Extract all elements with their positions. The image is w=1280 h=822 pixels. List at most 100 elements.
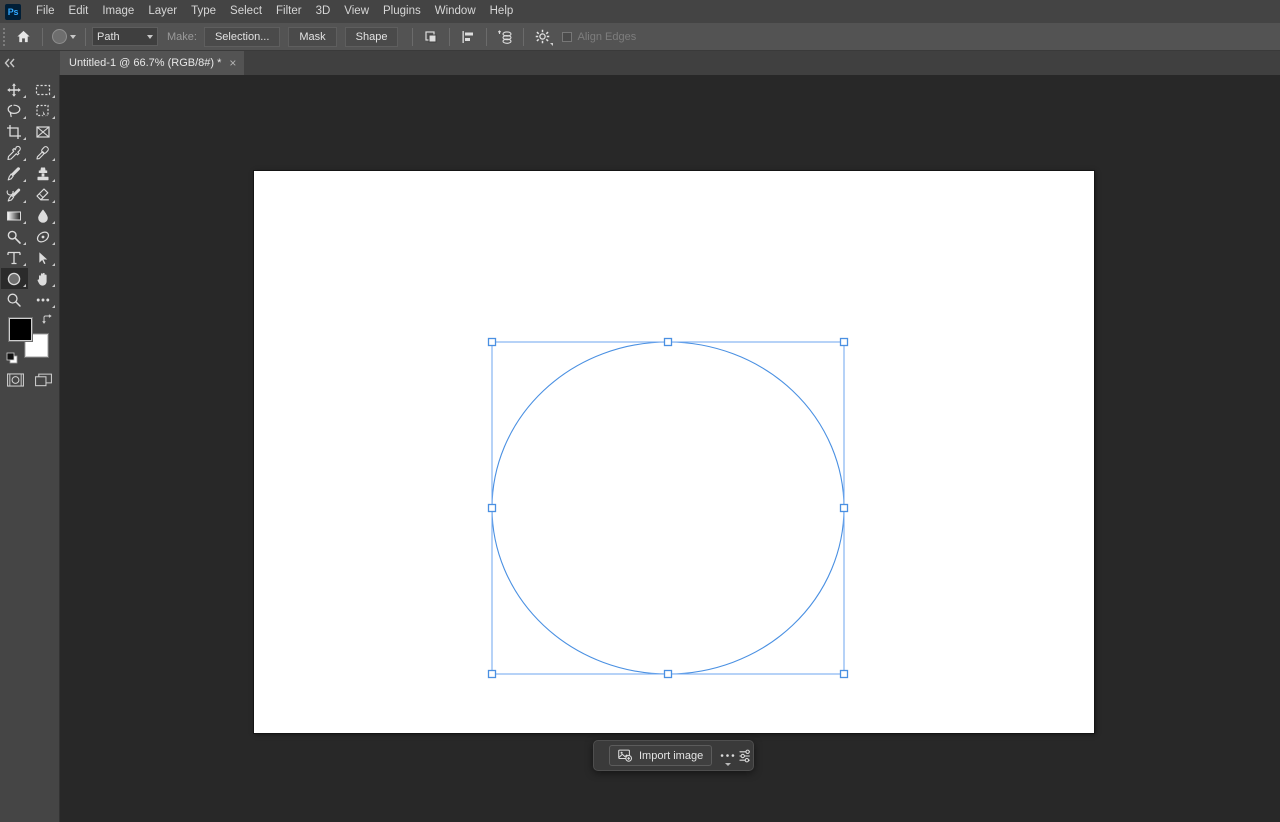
document-tab[interactable]: Untitled-1 @ 66.7% (RGB/8#) * × (60, 51, 244, 75)
gradient-tool[interactable] (1, 205, 28, 226)
menu-item-window[interactable]: Window (428, 0, 483, 23)
quick-mask-button[interactable] (6, 372, 26, 388)
make-selection-button[interactable]: Selection... (204, 27, 280, 47)
align-edges-checkbox[interactable]: Align Edges (562, 31, 636, 43)
path-alignment-icon[interactable] (456, 25, 480, 49)
close-icon[interactable]: × (229, 57, 236, 69)
tool-row (0, 100, 60, 121)
flyout-indicator-icon (52, 158, 55, 161)
checkbox-box (562, 32, 572, 42)
panel-collapse-button[interactable] (0, 51, 60, 75)
zoom-tool[interactable] (1, 289, 28, 310)
make-label: Make: (167, 31, 197, 43)
menu-item-image[interactable]: Image (95, 0, 141, 23)
flyout-indicator-icon (23, 95, 26, 98)
import-image-button[interactable]: Import image (609, 745, 712, 766)
menu-item-edit[interactable]: Edit (62, 0, 96, 23)
tools-panel (0, 75, 60, 822)
clone-stamp-tool[interactable] (30, 163, 57, 184)
ellipse-tool[interactable] (1, 268, 28, 289)
home-icon[interactable] (10, 24, 36, 50)
menu-item-view[interactable]: View (337, 0, 376, 23)
foreground-color-swatch[interactable] (9, 318, 32, 341)
path-selection-tool[interactable] (30, 247, 57, 268)
tool-row (0, 142, 60, 163)
tool-row (0, 226, 60, 247)
divider (449, 28, 450, 46)
more-options-button[interactable] (720, 745, 735, 767)
tool-row (0, 79, 60, 100)
flyout-indicator-icon (23, 158, 26, 161)
contextual-taskbar[interactable]: Import image (593, 740, 754, 771)
object-selection-tool[interactable] (30, 100, 57, 121)
flyout-indicator-icon (52, 221, 55, 224)
path-operations-icon[interactable] (419, 25, 443, 49)
crop-tool[interactable] (1, 121, 28, 142)
screen-mode-button[interactable] (34, 372, 54, 388)
flyout-indicator-icon (23, 221, 26, 224)
flyout-indicator-icon (52, 200, 55, 203)
hand-tool[interactable] (30, 268, 57, 289)
flyout-indicator-icon (52, 95, 55, 98)
double-chevron-left-icon (4, 58, 16, 68)
divider (486, 28, 487, 46)
options-bar: Path Make: Selection... Mask Shape (0, 23, 1280, 51)
flyout-indicator-icon (52, 263, 55, 266)
pen-tool[interactable] (30, 226, 57, 247)
tool-row (0, 268, 60, 289)
default-colors-icon[interactable] (6, 352, 18, 364)
chevron-down-icon (147, 35, 153, 39)
flyout-indicator-icon (52, 284, 55, 287)
flyout-indicator-icon (23, 263, 26, 266)
rectangular-marquee-tool[interactable] (30, 79, 57, 100)
menu-item-plugins[interactable]: Plugins (376, 0, 428, 23)
menu-item-layer[interactable]: Layer (141, 0, 184, 23)
lasso-tool[interactable] (1, 100, 28, 121)
shape-preview-dropdown[interactable] (49, 29, 79, 44)
brush-tool[interactable] (1, 163, 28, 184)
chevron-down-icon (70, 35, 76, 39)
menu-item-help[interactable]: Help (483, 0, 521, 23)
make-mask-button[interactable]: Mask (288, 27, 336, 47)
move-tool[interactable] (1, 79, 28, 100)
import-image-icon (618, 749, 633, 762)
flyout-indicator-icon (52, 116, 55, 119)
type-tool[interactable] (1, 247, 28, 268)
tool-mode-value: Path (97, 31, 120, 43)
document-tab-title: Untitled-1 @ 66.7% (RGB/8#) * (69, 57, 221, 69)
workspace-area[interactable]: Import image (60, 75, 1280, 822)
align-edges-label: Align Edges (577, 31, 636, 43)
tool-mode-select[interactable]: Path (92, 27, 158, 46)
menu-item-3d[interactable]: 3D (309, 0, 338, 23)
blur-tool[interactable] (30, 205, 57, 226)
eyedropper-tool[interactable] (1, 142, 28, 163)
swap-colors-icon[interactable] (42, 314, 53, 325)
tool-row (0, 121, 60, 142)
ellipsis-icon (720, 753, 735, 758)
gear-icon[interactable] (530, 25, 554, 49)
edit-toolbar-tool[interactable] (30, 289, 57, 310)
dodge-tool[interactable] (1, 226, 28, 247)
history-brush-tool[interactable] (1, 184, 28, 205)
flyout-indicator-icon (23, 284, 26, 287)
make-shape-button[interactable]: Shape (345, 27, 399, 47)
menu-item-filter[interactable]: Filter (269, 0, 309, 23)
flyout-indicator-icon (52, 305, 55, 308)
divider (42, 28, 43, 46)
eraser-tool[interactable] (30, 184, 57, 205)
sliders-icon (739, 749, 754, 763)
document-canvas[interactable] (254, 171, 1094, 733)
menu-item-file[interactable]: File (29, 0, 62, 23)
menu-item-select[interactable]: Select (223, 0, 269, 23)
ellipse-shape-preview-icon (52, 29, 67, 44)
color-swatches (7, 316, 53, 362)
taskbar-settings-button[interactable] (739, 745, 754, 767)
spot-healing-brush-tool[interactable] (30, 142, 57, 163)
menu-items-container: FileEditImageLayerTypeSelectFilter3DView… (29, 0, 520, 23)
menu-item-type[interactable]: Type (184, 0, 223, 23)
options-bar-grip[interactable] (0, 23, 8, 51)
path-arrangement-icon[interactable] (493, 25, 517, 49)
tool-row (0, 247, 60, 268)
frame-tool[interactable] (30, 121, 57, 142)
flyout-indicator-icon (23, 137, 26, 140)
